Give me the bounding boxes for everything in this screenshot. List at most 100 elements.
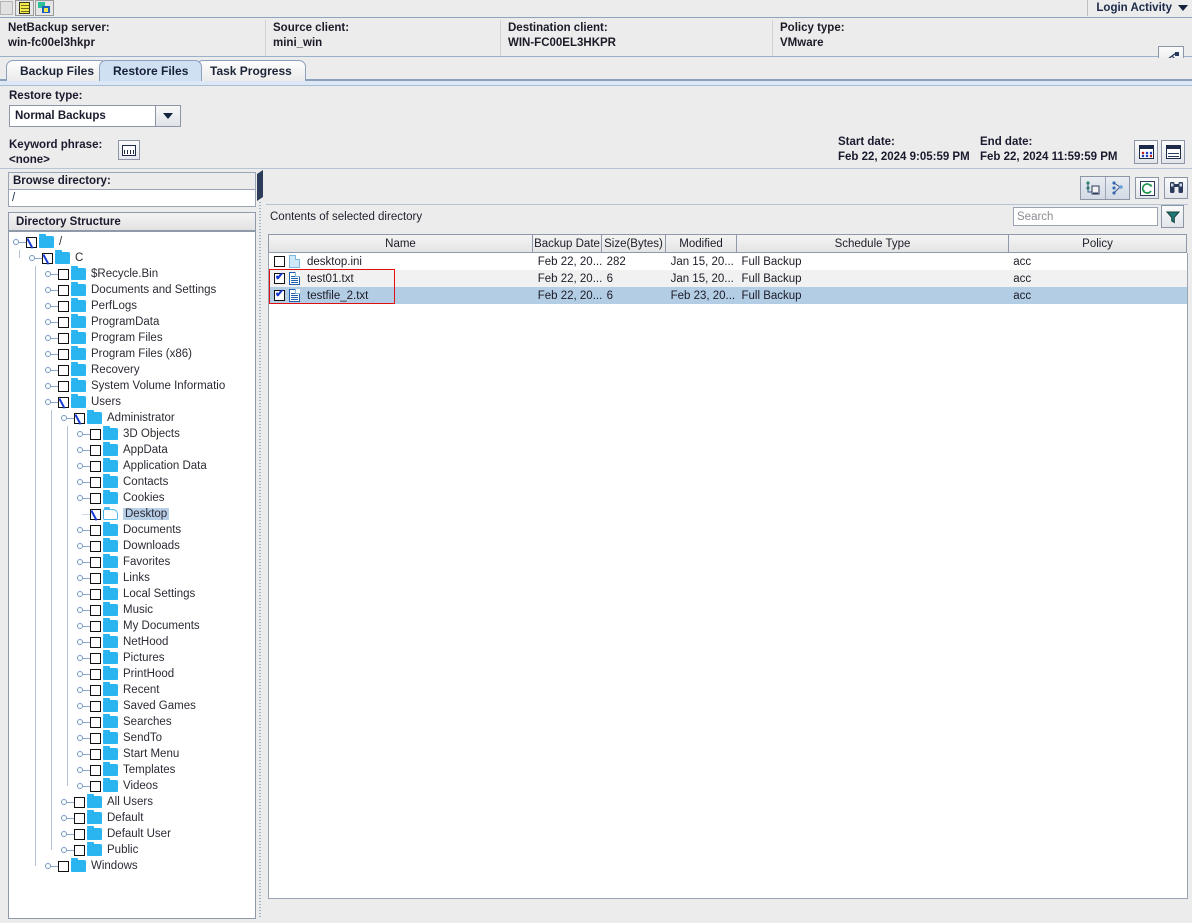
tree-node-documents[interactable]: Documents bbox=[9, 522, 255, 538]
date-list-button[interactable] bbox=[1161, 140, 1185, 164]
tree-node-checkbox[interactable] bbox=[90, 732, 101, 744]
tree-expand-toggle-icon[interactable] bbox=[77, 442, 90, 458]
tree-node-checkbox[interactable] bbox=[90, 652, 101, 664]
tree-node-desktop[interactable]: Desktop bbox=[9, 506, 255, 522]
tree-node-program-files[interactable]: Program Files bbox=[9, 330, 255, 346]
tree-expand-toggle-icon[interactable] bbox=[77, 554, 90, 570]
tree-expand-toggle-icon[interactable] bbox=[45, 378, 58, 394]
tree-expand-toggle-icon[interactable] bbox=[61, 826, 74, 842]
tree-node-checkbox[interactable] bbox=[90, 636, 101, 648]
tree-expand-toggle-icon[interactable] bbox=[45, 858, 58, 874]
tree-node-recovery[interactable]: Recovery bbox=[9, 362, 255, 378]
tree-node-searches[interactable]: Searches bbox=[9, 714, 255, 730]
tab-task-progress[interactable]: Task Progress bbox=[196, 60, 306, 81]
tree-node-checkbox[interactable] bbox=[90, 428, 101, 440]
tree-node-checkbox[interactable] bbox=[42, 252, 53, 264]
tree-node-checkbox[interactable] bbox=[58, 860, 69, 872]
tree-node-checkbox[interactable] bbox=[90, 556, 101, 568]
row-checkbox[interactable] bbox=[274, 256, 285, 267]
tree-node-application-data[interactable]: Application Data bbox=[9, 458, 255, 474]
tree-collapse-toggle-icon[interactable] bbox=[61, 410, 74, 426]
tree-node-checkbox[interactable] bbox=[58, 284, 69, 296]
tree-node-checkbox[interactable] bbox=[90, 540, 101, 552]
column-header-size-bytes[interactable]: Size(Bytes) bbox=[602, 234, 666, 253]
tree-node-checkbox[interactable] bbox=[90, 476, 101, 488]
splitter-collapse-right-button[interactable] bbox=[257, 181, 264, 201]
tree-expand-toggle-icon[interactable] bbox=[45, 346, 58, 362]
tree-node-default-user[interactable]: Default User bbox=[9, 826, 255, 842]
table-body[interactable]: desktop.ini Feb 22, 20... 282 Jan 15, 20...… bbox=[268, 253, 1188, 899]
tree-expand-toggle-icon[interactable] bbox=[45, 282, 58, 298]
tree-node-checkbox[interactable] bbox=[90, 668, 101, 680]
tree-node-users[interactable]: Users bbox=[9, 394, 255, 410]
tree-node-checkbox[interactable] bbox=[74, 844, 85, 856]
row-checkbox[interactable] bbox=[274, 272, 285, 284]
tree-node-contacts[interactable]: Contacts bbox=[9, 474, 255, 490]
tree-expand-toggle-icon[interactable] bbox=[45, 330, 58, 346]
tree-expand-toggle-icon[interactable] bbox=[77, 682, 90, 698]
contents-search-field[interactable] bbox=[1013, 207, 1158, 226]
tree-node-music[interactable]: Music bbox=[9, 602, 255, 618]
tree-expand-toggle-icon[interactable] bbox=[61, 794, 74, 810]
tree-expand-toggle-icon[interactable] bbox=[77, 586, 90, 602]
tree-node-public[interactable]: Public bbox=[9, 842, 255, 858]
tree-node-checkbox[interactable] bbox=[90, 764, 101, 776]
column-header-modified[interactable]: Modified bbox=[666, 234, 737, 253]
tree-node-my-documents[interactable]: My Documents bbox=[9, 618, 255, 634]
table-row[interactable]: desktop.ini Feb 22, 20... 282 Jan 15, 20...… bbox=[269, 253, 1187, 270]
tree-node-3d-objects[interactable]: 3D Objects bbox=[9, 426, 255, 442]
tree-expand-toggle-icon[interactable] bbox=[77, 618, 90, 634]
row-checkbox[interactable] bbox=[274, 289, 285, 301]
tree-expand-toggle-icon[interactable] bbox=[77, 650, 90, 666]
tree-node-checkbox[interactable] bbox=[58, 316, 69, 328]
tree-expand-toggle-icon[interactable] bbox=[77, 778, 90, 794]
tree-expand-toggle-icon[interactable] bbox=[77, 698, 90, 714]
tree-expand-toggle-icon[interactable] bbox=[77, 522, 90, 538]
tree-expand-toggle-icon[interactable] bbox=[61, 810, 74, 826]
tree-expand-toggle-icon[interactable] bbox=[77, 458, 90, 474]
filter-button[interactable] bbox=[1161, 205, 1184, 228]
tree-expand-toggle-icon[interactable] bbox=[77, 426, 90, 442]
tree-node-checkbox[interactable] bbox=[26, 236, 37, 248]
tree-node-checkbox[interactable] bbox=[90, 748, 101, 760]
column-header-name[interactable]: Name bbox=[268, 234, 533, 253]
tree-node-checkbox[interactable] bbox=[90, 780, 101, 792]
tree-node-cookies[interactable]: Cookies bbox=[9, 490, 255, 506]
search-input[interactable] bbox=[1014, 208, 1157, 225]
tree-node-printhood[interactable]: PrintHood bbox=[9, 666, 255, 682]
tree-node-appdata[interactable]: AppData bbox=[9, 442, 255, 458]
tree-node-system-volume-informatio[interactable]: System Volume Informatio bbox=[9, 378, 255, 394]
tree-node-c[interactable]: C bbox=[9, 250, 255, 266]
tree-node-checkbox[interactable] bbox=[90, 716, 101, 728]
tree-node-checkbox[interactable] bbox=[58, 396, 69, 408]
tree-node-checkbox[interactable] bbox=[58, 380, 69, 392]
select-subtree-icon-button[interactable] bbox=[1081, 177, 1105, 199]
keyword-phrase-edit-button[interactable] bbox=[118, 140, 140, 160]
tree-node-checkbox[interactable] bbox=[90, 700, 101, 712]
tree-node-templates[interactable]: Templates bbox=[9, 762, 255, 778]
column-header-backup-date[interactable]: Backup Date bbox=[533, 234, 602, 253]
tree-node-checkbox[interactable] bbox=[74, 828, 85, 840]
tree-node-checkbox[interactable] bbox=[90, 524, 101, 536]
directory-tree-scroll[interactable]: / C $Recycle.Bin Documents and Settings Perf… bbox=[8, 231, 256, 919]
tree-node-checkbox[interactable] bbox=[90, 604, 101, 616]
tree-node-checkbox[interactable] bbox=[90, 620, 101, 632]
browse-directory-input[interactable]: / bbox=[8, 189, 256, 207]
tree-expand-toggle-icon[interactable] bbox=[77, 730, 90, 746]
tree-expand-toggle-icon[interactable] bbox=[77, 538, 90, 554]
column-header-schedule-type[interactable]: Schedule Type bbox=[737, 234, 1009, 253]
tree-node-recycle-bin[interactable]: $Recycle.Bin bbox=[9, 266, 255, 282]
tree-expand-toggle-icon[interactable] bbox=[45, 298, 58, 314]
tree-expand-toggle-icon[interactable] bbox=[61, 842, 74, 858]
tree-node-checkbox[interactable] bbox=[90, 684, 101, 696]
tree-node-links[interactable]: Links bbox=[9, 570, 255, 586]
binoculars-icon-button[interactable] bbox=[1164, 177, 1188, 199]
tree-node-programdata[interactable]: ProgramData bbox=[9, 314, 255, 330]
deselect-subtree-icon-button[interactable] bbox=[1105, 177, 1129, 199]
tree-node-all-users[interactable]: All Users bbox=[9, 794, 255, 810]
tab-backup-files[interactable]: Backup Files bbox=[6, 60, 109, 81]
tree-node-checkbox[interactable] bbox=[74, 812, 85, 824]
tree-node-checkbox[interactable] bbox=[90, 572, 101, 584]
tree-node-checkbox[interactable] bbox=[90, 460, 101, 472]
tree-node-saved-games[interactable]: Saved Games bbox=[9, 698, 255, 714]
